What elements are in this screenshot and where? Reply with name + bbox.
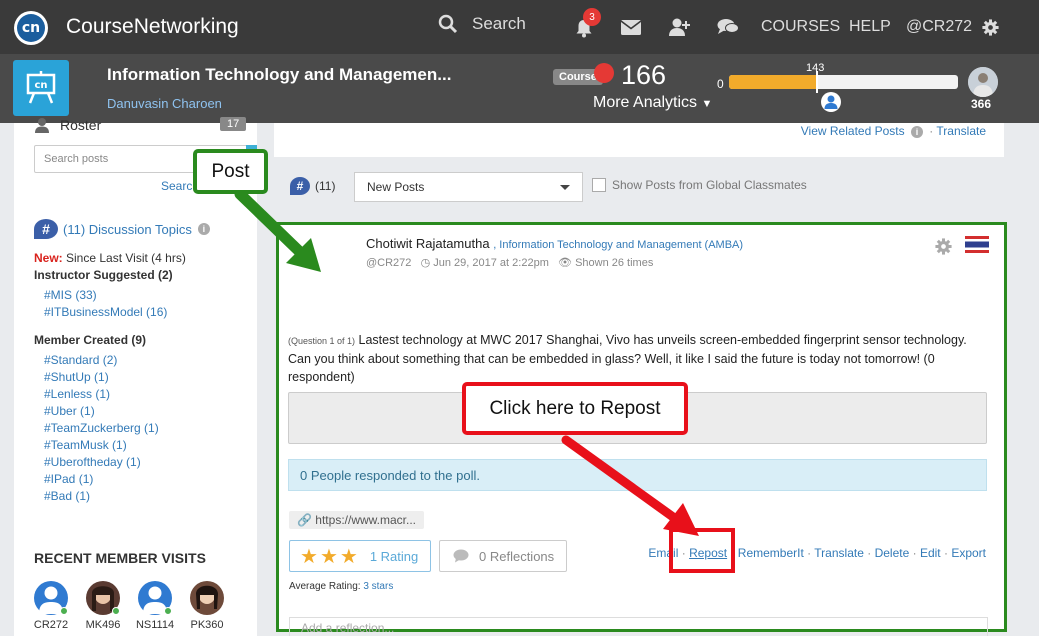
post-callout: Post xyxy=(193,149,268,194)
red-arrow xyxy=(561,435,699,536)
repost-callout: Click here to Repost xyxy=(462,382,688,435)
annotation-arrows xyxy=(234,188,699,536)
green-arrow xyxy=(234,188,321,272)
